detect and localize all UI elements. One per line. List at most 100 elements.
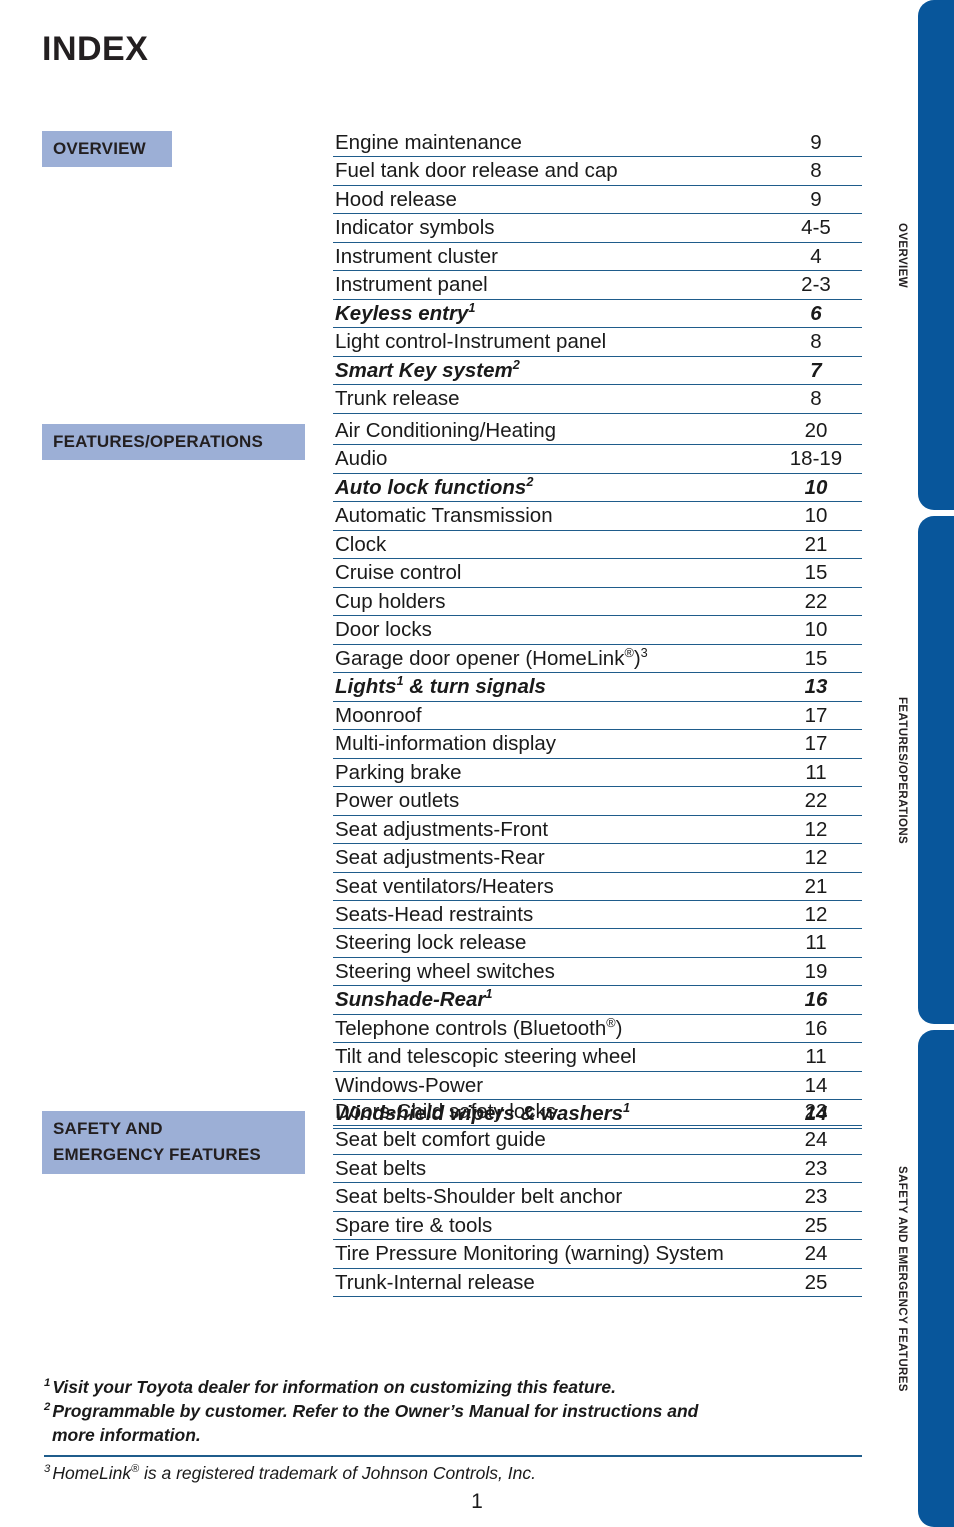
index-entry-title: Trunk release [333,384,770,414]
index-entry-title: Power outlets [333,786,770,816]
index-entry-title: Spare tire & tools [333,1211,770,1241]
index-entry-page: 23 [770,1182,862,1212]
index-table-features-operations: Air Conditioning/Heating 20 Audio 18-19 Auto… [333,417,862,1129]
index-entry-title: Audio [333,444,770,474]
index-row[interactable]: Hood release 9 [333,185,862,215]
index-row[interactable]: Multi-information display 17 [333,729,862,759]
footnote-divider [44,1455,862,1457]
index-row[interactable]: Garage door opener (HomeLink®)3 15 [333,644,862,674]
index-entry-title: Seats-Head restraints [333,900,770,930]
index-entry-title: Tire Pressure Monitoring (warning) Syste… [333,1239,770,1269]
footnotes-block: 1 Visit your Toyota dealer for informatio… [44,1375,864,1447]
index-row[interactable]: Telephone controls (Bluetooth®) 16 [333,1014,862,1044]
footnote-2-text-line2: more information. [52,1425,201,1446]
section-chip-line: OVERVIEW [53,139,146,158]
index-entry-title: Trunk-Internal release [333,1268,770,1298]
index-row[interactable]: Audio 18-19 [333,444,862,474]
index-row[interactable]: Power outlets 22 [333,786,862,816]
index-entry-page: 18-19 [770,444,862,474]
index-row[interactable]: Steering wheel switches 19 [333,957,862,987]
index-row[interactable]: Auto lock functions2 10 [333,473,862,503]
index-entry-title: Seat ventilators/Heaters [333,872,770,901]
index-row[interactable]: Trunk-Internal release 25 [333,1268,862,1298]
index-row[interactable]: Windows-Power 14 [333,1071,862,1101]
index-row[interactable]: Steering lock release 11 [333,928,862,958]
index-row[interactable]: Engine maintenance 9 [333,129,862,158]
index-row[interactable]: Tilt and telescopic steering wheel 11 [333,1042,862,1072]
index-entry-page: 12 [770,843,862,873]
index-entry-page: 6 [770,299,862,329]
footnote-3-block: 3 HomeLink® is a registered trademark of … [44,1461,864,1485]
index-row[interactable]: Seats-Head restraints 12 [333,900,862,930]
index-row[interactable]: Instrument cluster 4 [333,242,862,272]
footnote-1-marker: 1 [44,1377,51,1390]
index-entry-page: 8 [770,156,862,186]
index-row[interactable]: Door locks 10 [333,615,862,645]
index-entry-title: Tilt and telescopic steering wheel [333,1042,770,1072]
index-entry-page: 14 [770,1071,862,1101]
index-entry-page: 12 [770,815,862,845]
index-entry-title: Seat adjustments-Front [333,815,770,845]
index-entry-page: 17 [770,729,862,759]
index-entry-title: Auto lock functions2 [333,473,770,503]
index-entry-page: 13 [770,672,862,702]
index-row[interactable]: Automatic Transmission 10 [333,501,862,531]
index-entry-page: 10 [770,473,862,503]
footnote-2: 2 Programmable by customer. Refer to the … [44,1399,864,1423]
index-row[interactable]: Seat belt comfort guide 24 [333,1125,862,1155]
index-table-overview: Engine maintenance 9 Fuel tank door releas… [333,129,862,414]
index-entry-title: Hood release [333,185,770,215]
index-entry-title: Keyless entry1 [333,299,770,329]
index-row[interactable]: Cup holders 22 [333,587,862,617]
side-tab-overview[interactable] [918,0,954,510]
index-page: INDEX OVERVIEW FEATURES/OPERATIONS SAFET… [0,0,954,1527]
index-entry-title: Seat belts-Shoulder belt anchor [333,1182,770,1212]
index-row[interactable]: Clock 21 [333,530,862,560]
index-entry-page: 20 [770,417,862,446]
index-row[interactable]: Air Conditioning/Heating 20 [333,417,862,446]
index-row[interactable]: Cruise control 15 [333,558,862,588]
index-entry-page: 24 [770,1125,862,1155]
footnote-2-text: Programmable by customer. Refer to the O… [52,1401,699,1422]
index-entry-title: Instrument cluster [333,242,770,272]
side-tab-label-features-operations: FEATURES/OPERATIONS [896,696,908,844]
index-entry-page: 25 [770,1268,862,1298]
section-chip-line: SAFETY AND [53,1119,163,1138]
index-row[interactable]: Parking brake 11 [333,758,862,788]
section-chip-features-operations: FEATURES/OPERATIONS [42,424,305,461]
index-row[interactable]: Seat belts-Shoulder belt anchor 23 [333,1182,862,1212]
index-entry-page: 10 [770,501,862,531]
side-tab-features-operations[interactable] [918,516,954,1024]
index-entry-page: 22 [770,587,862,617]
index-entry-title: Moonroof [333,701,770,731]
index-row[interactable]: Doors-Child safety locks 23 [333,1098,862,1127]
index-row[interactable]: Spare tire & tools 25 [333,1211,862,1241]
footnote-1-text: Visit your Toyota dealer for information… [52,1377,616,1397]
index-row[interactable]: Tire Pressure Monitoring (warning) Syste… [333,1239,862,1269]
index-entry-page: 25 [770,1211,862,1241]
index-row[interactable]: Lights1 & turn signals 13 [333,672,862,702]
index-row[interactable]: Indicator symbols 4-5 [333,213,862,243]
index-row[interactable]: Instrument panel 2-3 [333,270,862,300]
index-entry-page: 8 [770,327,862,357]
index-row[interactable]: Smart Key system2 7 [333,356,862,386]
index-row[interactable]: Moonroof 17 [333,701,862,731]
index-entry-title: Air Conditioning/Heating [333,417,770,446]
index-entry-title: Seat adjustments-Rear [333,843,770,873]
index-row[interactable]: Seat belts 23 [333,1154,862,1184]
side-tab-label-overview: OVERVIEW [896,222,908,288]
index-row[interactable]: Seat adjustments-Rear 12 [333,843,862,873]
index-row[interactable]: Seat adjustments-Front 12 [333,815,862,845]
index-entry-page: 15 [770,644,862,674]
index-row[interactable]: Light control-Instrument panel 8 [333,327,862,357]
index-row[interactable]: Fuel tank door release and cap 8 [333,156,862,186]
index-row[interactable]: Trunk release 8 [333,384,862,414]
index-row[interactable]: Sunshade-Rear1 16 [333,985,862,1015]
index-entry-title: Cup holders [333,587,770,617]
side-tab-safety-emergency[interactable] [918,1030,954,1527]
index-row[interactable]: Keyless entry1 6 [333,299,862,329]
footnote-3-marker: 3 [44,1463,51,1476]
index-entry-page: 7 [770,356,862,386]
index-entry-title: Telephone controls (Bluetooth®) [333,1014,770,1044]
index-row[interactable]: Seat ventilators/Heaters 21 [333,872,862,901]
